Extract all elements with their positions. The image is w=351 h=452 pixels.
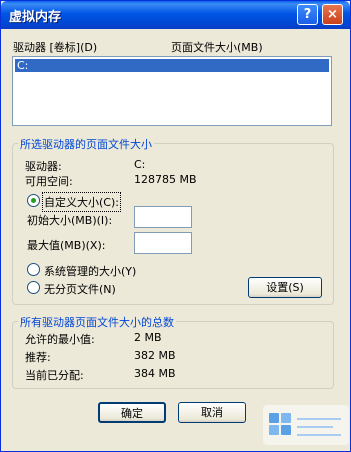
min-allowed-label: 允许的最小值:	[25, 333, 95, 346]
drive-value: C:	[134, 158, 146, 171]
initial-size-input[interactable]	[134, 206, 192, 228]
recommended-label: 推荐:	[25, 351, 51, 364]
currently-allocated-value: 384 MB	[134, 367, 176, 380]
virtual-memory-dialog: 虚拟内存 ? × 驱动器 [卷标](D) 页面文件大小(MB) C: 所选驱动器…	[0, 0, 351, 452]
close-button[interactable]: ×	[322, 4, 343, 25]
drive-list-item[interactable]: C:	[15, 59, 329, 72]
no-paging-file-radio[interactable]	[27, 281, 40, 294]
selected-drive-group-title: 所选驱动器的页面文件大小	[18, 136, 154, 152]
max-size-label: 最大值(MB)(X):	[27, 239, 106, 252]
totals-group-title: 所有驱动器页面文件大小的总数	[18, 314, 176, 330]
initial-size-label: 初始大小(MB)(I):	[27, 214, 113, 227]
system-managed-label[interactable]: 系统管理的大小(Y)	[44, 263, 136, 279]
watermark-logo	[263, 405, 349, 445]
window-title: 虚拟内存	[9, 10, 62, 25]
ok-button[interactable]: 确定	[98, 402, 166, 423]
cancel-button[interactable]: 取消	[178, 402, 246, 423]
custom-size-radio[interactable]	[27, 194, 40, 207]
recommended-value: 382 MB	[134, 349, 176, 362]
no-paging-file-label[interactable]: 无分页文件(N)	[44, 281, 116, 297]
pagesize-column-header: 页面文件大小(MB)	[171, 41, 263, 54]
title-bar[interactable]: 虚拟内存 ? ×	[1, 1, 350, 29]
drive-column-header: 驱动器 [卷标](D)	[13, 41, 98, 54]
system-managed-radio[interactable]	[27, 263, 40, 276]
available-space-label: 可用空间:	[25, 175, 73, 188]
max-size-input[interactable]	[134, 232, 192, 254]
set-button[interactable]: 设置(S)	[248, 277, 322, 298]
available-space-value: 128785 MB	[134, 173, 197, 186]
currently-allocated-label: 当前已分配:	[25, 369, 84, 382]
drive-label: 驱动器:	[25, 160, 62, 173]
drive-list[interactable]: C:	[12, 56, 332, 126]
custom-size-label[interactable]: 自定义大小(C):	[42, 192, 121, 212]
help-button[interactable]: ?	[297, 4, 318, 25]
min-allowed-value: 2 MB	[134, 331, 162, 344]
